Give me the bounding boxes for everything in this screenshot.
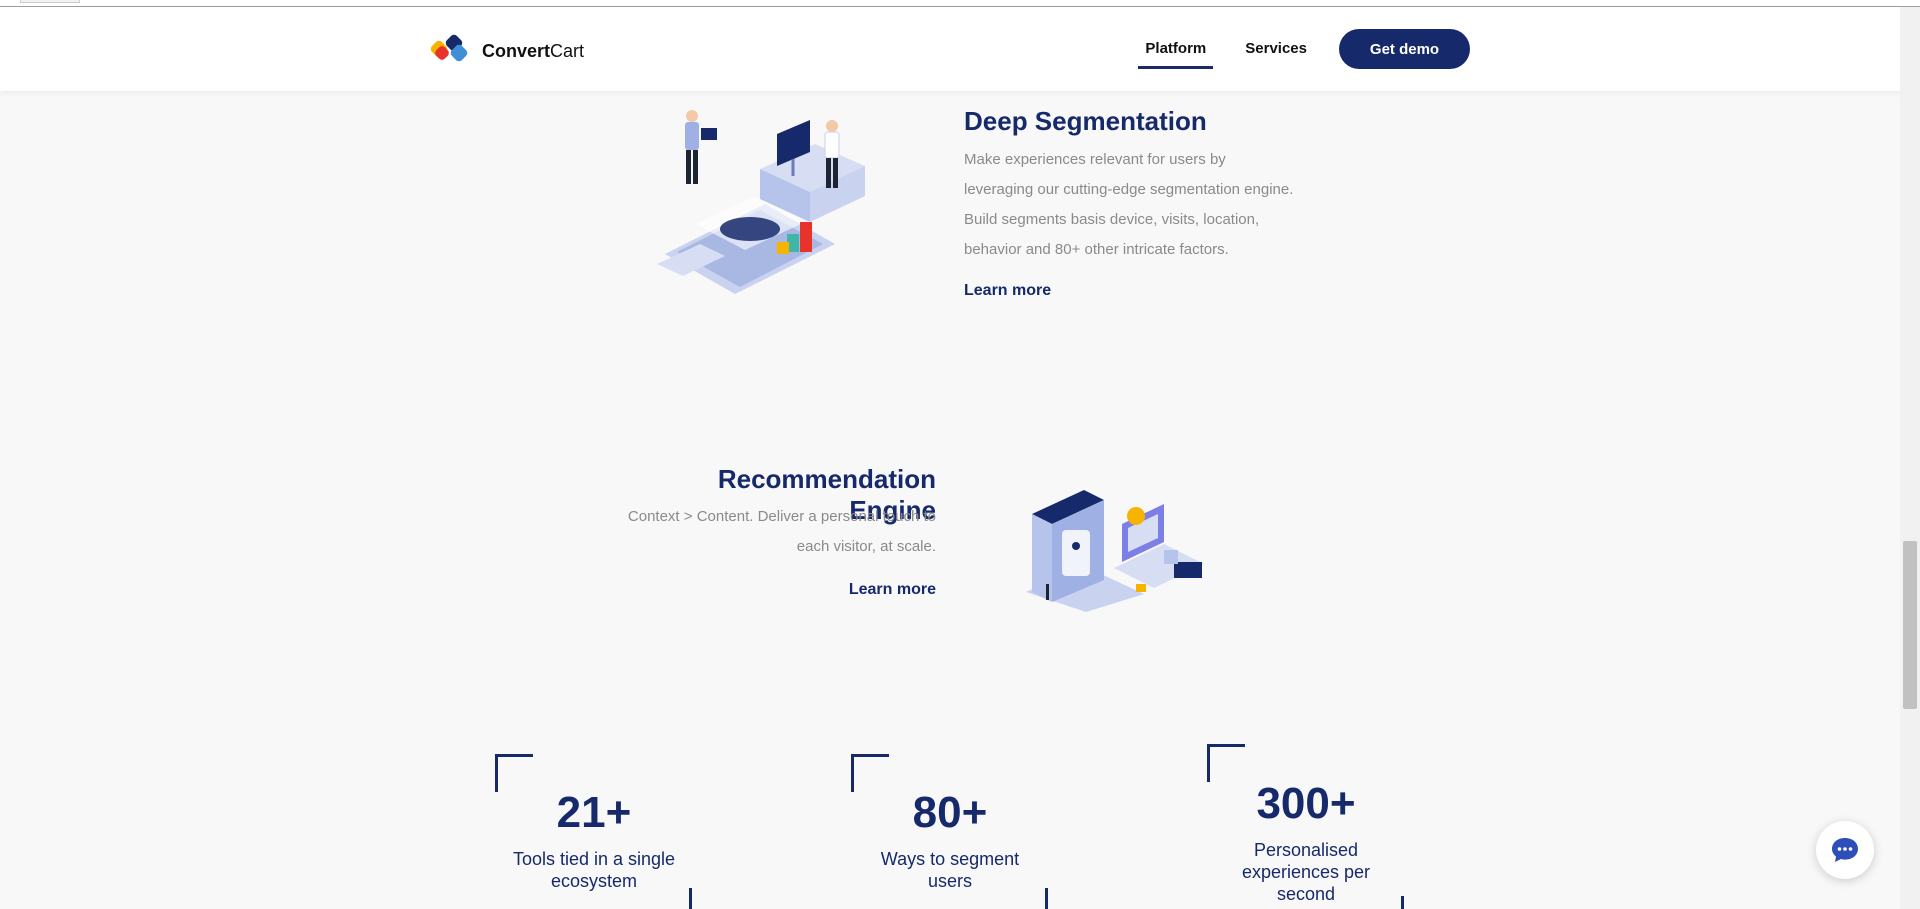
learn-more-recommendation-link[interactable]: Learn more bbox=[826, 581, 936, 599]
stat-label-line: users bbox=[927, 871, 972, 891]
feature-description-recommendation: Context > Content. Deliver a personal to… bbox=[586, 502, 936, 562]
tab-stub bbox=[20, 0, 80, 3]
stat-label-line: Tools tied in a single bbox=[512, 849, 676, 869]
feature-description-segmentation: Make experiences relevant for users by l… bbox=[964, 145, 1324, 265]
description-line: Build segments basis device, visits, loc… bbox=[964, 211, 1260, 228]
corner-bracket bbox=[1401, 896, 1404, 909]
stat-value: 80+ bbox=[912, 788, 988, 837]
description-line: Context > Content. Deliver a personal to… bbox=[627, 508, 936, 525]
scrollbar-thumb[interactable] bbox=[1903, 541, 1917, 709]
nav-platform[interactable]: Platform bbox=[1138, 30, 1214, 69]
stat-label-line: second bbox=[1276, 884, 1336, 904]
corner-bracket bbox=[851, 754, 889, 792]
convertcart-logo-icon bbox=[430, 34, 474, 68]
corner-bracket bbox=[689, 888, 692, 909]
corner-bracket bbox=[1045, 888, 1048, 909]
stat-segments: 80+ Ways to segment users bbox=[830, 754, 1070, 909]
description-line: Make experiences relevant for users by bbox=[964, 151, 1226, 168]
chat-button[interactable] bbox=[1816, 821, 1874, 879]
stat-label: Ways to segment users bbox=[830, 848, 1070, 892]
nav-services[interactable]: Services bbox=[1238, 30, 1314, 69]
description-line: leveraging our cutting-edge segmentation… bbox=[964, 181, 1294, 198]
stat-value: 21+ bbox=[556, 788, 632, 837]
stat-label-line: Ways to segment bbox=[880, 849, 1020, 869]
segmentation-illustration bbox=[655, 104, 895, 304]
recommendation-illustration bbox=[1024, 484, 1216, 617]
feature-title-segmentation: Deep Segmentation bbox=[964, 106, 1207, 136]
stat-value: 300+ bbox=[1256, 779, 1356, 828]
corner-bracket bbox=[495, 754, 533, 792]
browser-top-edge bbox=[0, 0, 1920, 7]
page-scrollbar[interactable] bbox=[1900, 7, 1920, 909]
stat-experiences: 300+ Personalised experiences per second bbox=[1186, 744, 1426, 909]
stat-label: Personalised experiences per second bbox=[1186, 839, 1426, 905]
stat-tools: 21+ Tools tied in a single ecosystem bbox=[474, 754, 714, 909]
get-demo-button[interactable]: Get demo bbox=[1339, 29, 1470, 69]
description-line: behavior and 80+ other intricate factors… bbox=[964, 241, 1229, 258]
stat-label-line: experiences per bbox=[1241, 862, 1371, 882]
site-header: ConvertCart Platform Services Get demo bbox=[0, 7, 1900, 91]
brand-logo[interactable]: ConvertCart bbox=[430, 34, 584, 68]
stat-label-line: ecosystem bbox=[550, 871, 638, 891]
description-line: each visitor, at scale. bbox=[796, 538, 936, 555]
brand-name: ConvertCart bbox=[482, 40, 585, 61]
learn-more-segmentation-link[interactable]: Learn more bbox=[964, 282, 1051, 300]
stat-label-line: Personalised bbox=[1253, 840, 1359, 860]
corner-bracket bbox=[1207, 744, 1245, 782]
main-nav: Platform Services Get demo bbox=[1138, 29, 1470, 69]
stat-label: Tools tied in a single ecosystem bbox=[474, 848, 714, 892]
chat-bubble-icon bbox=[1832, 838, 1858, 862]
